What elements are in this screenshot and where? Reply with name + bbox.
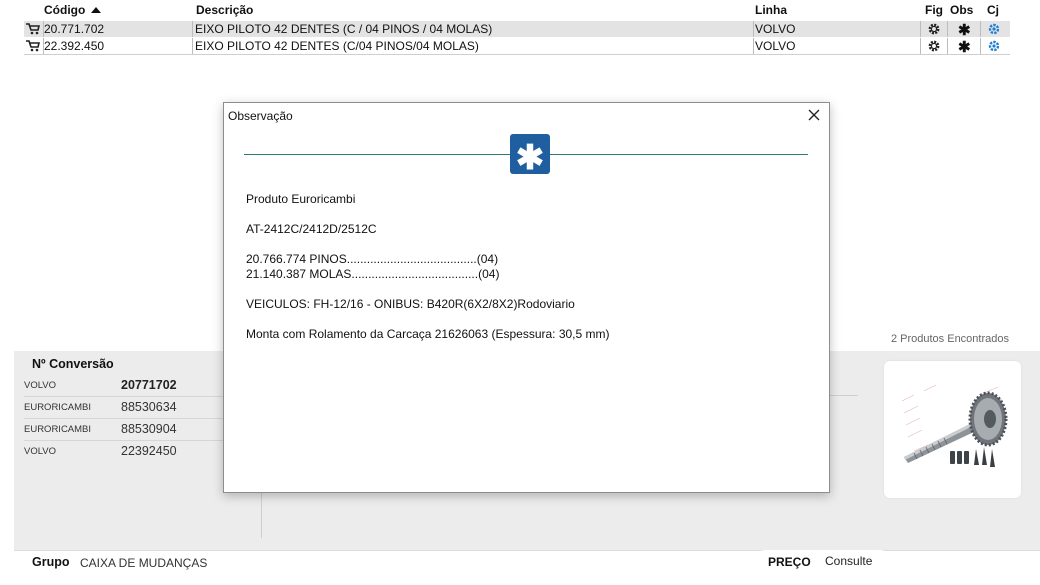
table-header: Código Descrição Linha Fig Obs Cj: [24, 0, 1010, 20]
sort-up-icon: [91, 7, 102, 13]
asterisk-icon: ✱: [510, 134, 550, 177]
results-count: 2 Produtos Encontrados: [890, 333, 1009, 345]
observation-text: VEICULOS: FH-12/16 - ONIBUS: B420R(6X2/8…: [246, 297, 575, 311]
observation-text: 20.766.774 PINOS........................…: [246, 252, 499, 266]
observation-text: 21.140.387 MOLAS........................…: [246, 267, 500, 281]
column-divider: [947, 21, 948, 37]
column-divider: [947, 38, 948, 54]
conversion-number: 88530634: [121, 400, 177, 414]
conversion-brand: EURORICAMBI: [24, 402, 92, 413]
observation-text: Produto Euroricambi: [246, 192, 356, 206]
table-row[interactable]: 20.771.702 EIXO PILOTO 42 DENTES (C / 04…: [24, 21, 1010, 39]
conversion-number: 88530904: [121, 422, 177, 436]
grupo-label: Grupo: [32, 555, 70, 569]
table-row[interactable]: 22.392.450 EIXO PILOTO 42 DENTES (C/04 P…: [24, 38, 1010, 56]
column-header-linha[interactable]: Linha: [755, 3, 787, 17]
column-header-fig: Fig: [925, 3, 943, 17]
observation-text: AT-2412C/2412D/2512C: [246, 222, 377, 236]
column-header-descricao[interactable]: Descrição: [196, 3, 253, 17]
link-icon[interactable]: [987, 39, 1001, 53]
product-code: 22.392.450: [44, 39, 105, 53]
product-description: EIXO PILOTO 42 DENTES (C/04 PINOS/04 MOL…: [195, 39, 479, 53]
column-divider: [920, 38, 921, 54]
pilot-shaft-image: [901, 384, 1008, 467]
column-divider: [980, 38, 981, 54]
conversion-title: Nº Conversão: [32, 357, 114, 371]
column-divider: [192, 38, 193, 54]
link-icon[interactable]: [987, 22, 1001, 36]
price-label: PREÇO: [768, 555, 811, 569]
conversion-number: 20771702: [121, 378, 177, 392]
column-divider: [192, 21, 193, 37]
grupo-value: CAIXA DE MUDANÇAS: [80, 556, 208, 570]
observation-dialog: Observação ✱ Produto Euroricambi AT-2412…: [223, 102, 830, 493]
cart-icon[interactable]: [26, 23, 40, 35]
column-divider: [753, 38, 754, 54]
conversion-brand: VOLVO: [24, 380, 57, 391]
product-linha: VOLVO: [755, 39, 796, 53]
divider: [261, 488, 262, 538]
column-divider: [753, 21, 754, 37]
column-divider: [920, 21, 921, 37]
column-header-obs: Obs: [950, 3, 974, 17]
product-description: EIXO PILOTO 42 DENTES (C / 04 PINOS / 04…: [195, 22, 493, 36]
conversion-brand: VOLVO: [24, 446, 57, 457]
asterisk-icon[interactable]: ✱: [958, 38, 971, 56]
divider: [828, 395, 858, 396]
close-icon[interactable]: [807, 108, 821, 122]
cart-icon[interactable]: [26, 40, 40, 52]
product-linha: VOLVO: [755, 22, 796, 36]
conversion-number: 22392450: [121, 444, 177, 458]
gear-icon[interactable]: [927, 39, 941, 53]
gear-icon[interactable]: [927, 22, 941, 36]
product-image[interactable]: [884, 361, 1021, 498]
column-header-codigo[interactable]: Código: [44, 3, 102, 17]
conversion-brand: EURORICAMBI: [24, 424, 92, 435]
divider: [14, 550, 1040, 551]
observation-text: Monta com Rolamento da Carcaça 21626063 …: [246, 327, 610, 341]
column-header-cj: Cj: [987, 3, 999, 17]
product-code: 20.771.702: [44, 22, 105, 36]
asterisk-icon[interactable]: ✱: [958, 21, 971, 39]
column-divider: [980, 21, 981, 37]
price-value[interactable]: Consulte: [825, 554, 872, 568]
dialog-title: Observação: [228, 109, 293, 123]
